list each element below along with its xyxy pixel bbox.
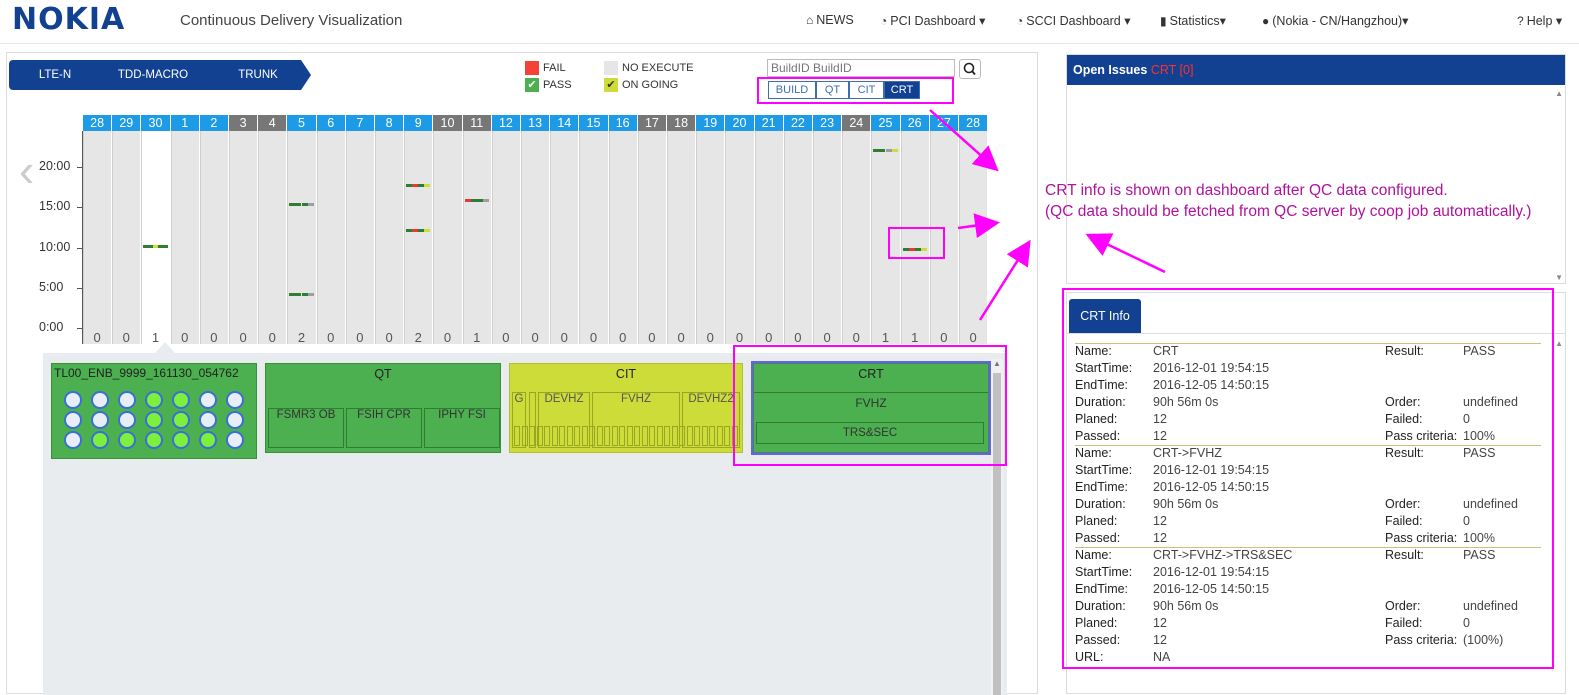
annotation-arrows [929,109,1166,321]
annotation-line: CRT info is shown on dashboard after QC … [1045,182,1448,199]
annotation-text: CRT info is shown on dashboard after QC … [1045,180,1531,222]
annotation-line: (QC data should be fetched from QC serve… [1045,203,1532,220]
